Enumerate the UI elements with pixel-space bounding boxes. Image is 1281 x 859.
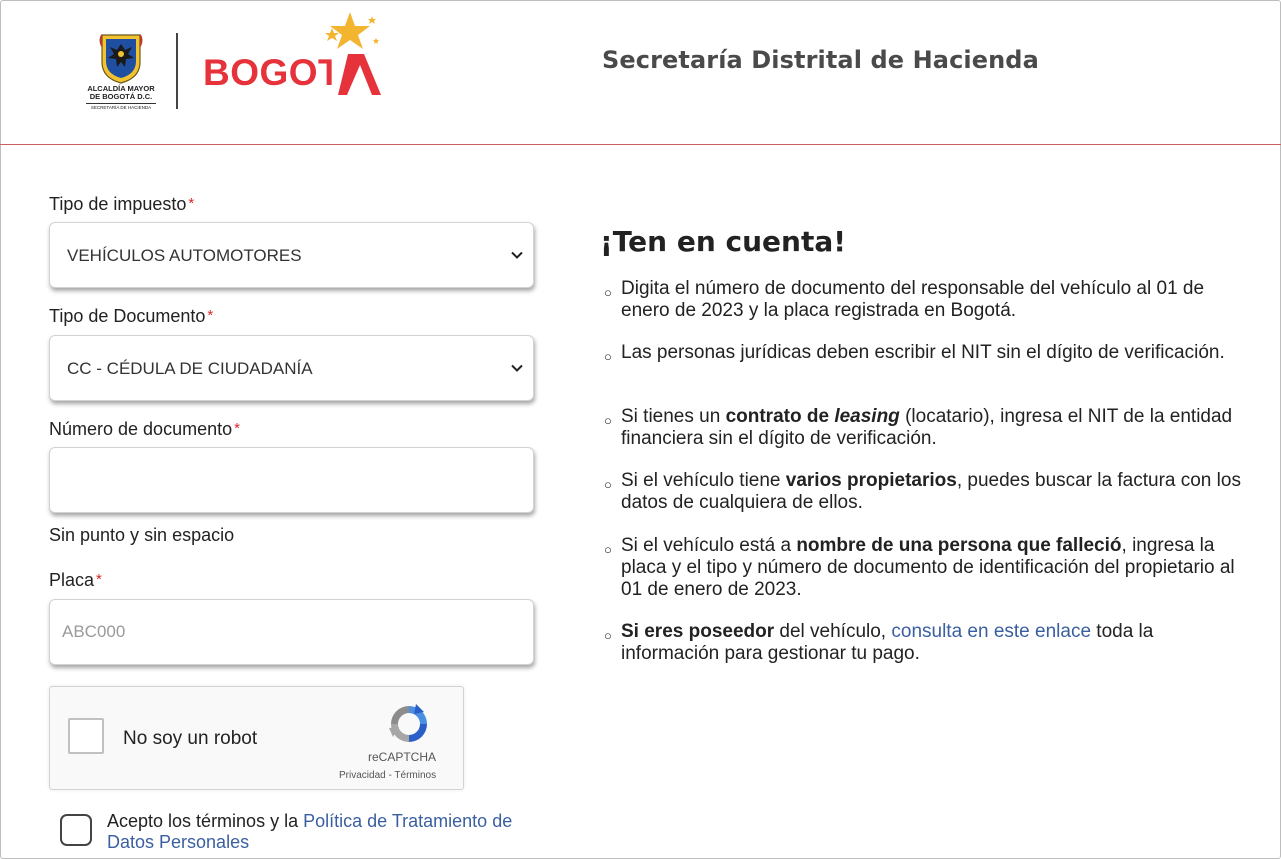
crest-caption-line3: SECRETARÍA DE HACIENDA — [86, 103, 156, 112]
tip-bold-text: nombre de una persona que falleció — [796, 535, 1122, 556]
page-title: Secretaría Distrital de Hacienda — [602, 46, 1039, 74]
accept-terms-checkbox[interactable] — [60, 814, 92, 846]
crest-caption-line2: DE BOGOTÁ D.C. — [89, 92, 153, 101]
bullet-icon: ○ — [604, 285, 612, 300]
bullet-icon: ○ — [604, 349, 612, 364]
document-number-label-text: Número de documento — [49, 419, 233, 439]
tip-text: Si el vehículo tiene varios propietarios… — [621, 470, 1244, 514]
tip-item: ○ Si eres poseedor del vehículo, consult… — [604, 621, 1244, 665]
tip-item: ○ Si el vehículo está a nombre de una pe… — [604, 535, 1244, 601]
plate-field[interactable] — [49, 599, 534, 665]
recaptcha-privacy-terms-links[interactable]: Privacidad - Términos — [339, 770, 436, 781]
tax-type-select[interactable]: VEHÍCULOS AUTOMOTORES — [49, 222, 534, 288]
required-asterisk: * — [207, 307, 214, 324]
required-asterisk: * — [188, 195, 195, 212]
tip-text: Digita el número de documento del respon… — [621, 278, 1205, 321]
bullet-icon: ○ — [604, 542, 612, 557]
tip-text: Si el vehículo está a nombre de una pers… — [621, 535, 1244, 601]
document-type-select[interactable]: CC - CÉDULA DE CIUDADANÍA — [49, 335, 534, 401]
accept-terms-label: Acepto los términos y la Política de Tra… — [107, 811, 557, 853]
required-asterisk: * — [234, 420, 240, 437]
tax-type-selected-value: VEHÍCULOS AUTOMOTORES — [67, 246, 302, 265]
document-number-field[interactable] — [49, 447, 534, 513]
plate-label-text: Placa — [49, 570, 95, 590]
document-type-selected-value: CC - CÉDULA DE CIUDADANÍA — [67, 359, 313, 378]
tip-item: ○ Las personas jurídicas deben escribir … — [604, 342, 1244, 364]
tip-bold-text: contrato de — [725, 406, 835, 427]
document-number-label: Número de documento * — [49, 419, 240, 440]
recaptcha-logo-icon — [389, 704, 427, 742]
tip-item: ○ Si el vehículo tiene varios propietari… — [604, 470, 1244, 514]
tip-bold-text: varios propietarios — [785, 470, 957, 491]
tip-text-part: del vehículo, — [774, 621, 892, 642]
bullet-icon: ○ — [604, 477, 612, 492]
recaptcha-widget: No soy un robot reCAPTCHA Privacidad - T… — [49, 686, 464, 790]
site-header: ALCALDÍA MAYOR DE BOGOTÁ D.C. SECRETARÍA… — [0, 0, 1281, 145]
tip-text-part: Si el vehículo está a — [621, 535, 797, 556]
tip-item: ○ Digita el número de documento del resp… — [604, 278, 1244, 322]
chevron-down-icon — [511, 364, 523, 372]
tips-heading: ¡Ten en cuenta! — [600, 225, 846, 258]
tip-text-part: Si tienes un — [621, 406, 726, 427]
plate-label: Placa * — [49, 570, 102, 591]
bullet-icon: ○ — [604, 628, 612, 643]
accept-terms-text: Acepto los términos y la — [107, 811, 304, 831]
tip-text-part: Si el vehículo tiene — [621, 470, 786, 491]
alcaldia-logo: ALCALDÍA MAYOR DE BOGOTÁ D.C. SECRETARÍA… — [80, 32, 162, 122]
tax-type-label: Tipo de impuesto * — [49, 194, 194, 215]
tip-bold-italic-text: leasing — [834, 406, 900, 427]
bogota-brand-logo: BOGOTA — [200, 8, 390, 100]
recaptcha-brand: reCAPTCHA — [368, 750, 437, 764]
tip-text: Si tienes un contrato de leasing (locata… — [621, 406, 1244, 450]
logo-divider — [176, 33, 178, 109]
bogota-coat-of-arms-icon — [99, 34, 143, 84]
document-number-hint: Sin punto y sin espacio — [49, 525, 235, 545]
document-number-input[interactable] — [50, 448, 533, 512]
document-type-label: Tipo de Documento * — [49, 306, 213, 327]
tip-text: Las personas jurídicas deben escribir el… — [621, 342, 1225, 363]
bullet-icon: ○ — [604, 413, 612, 428]
plate-input[interactable] — [50, 600, 533, 664]
recaptcha-checkbox[interactable] — [68, 718, 104, 754]
recaptcha-label: No soy un robot — [123, 728, 258, 749]
consult-link[interactable]: consulta en este enlace — [891, 621, 1091, 642]
chevron-down-icon — [511, 251, 523, 259]
tip-bold-text: Si eres poseedor — [621, 621, 775, 642]
document-type-label-text: Tipo de Documento — [49, 306, 206, 326]
required-asterisk: * — [96, 571, 102, 588]
tip-text: Si eres poseedor del vehículo, consulta … — [621, 621, 1244, 665]
tip-item: ○ Si tienes un contrato de leasing (loca… — [604, 406, 1244, 450]
tax-type-label-text: Tipo de impuesto — [49, 194, 187, 214]
